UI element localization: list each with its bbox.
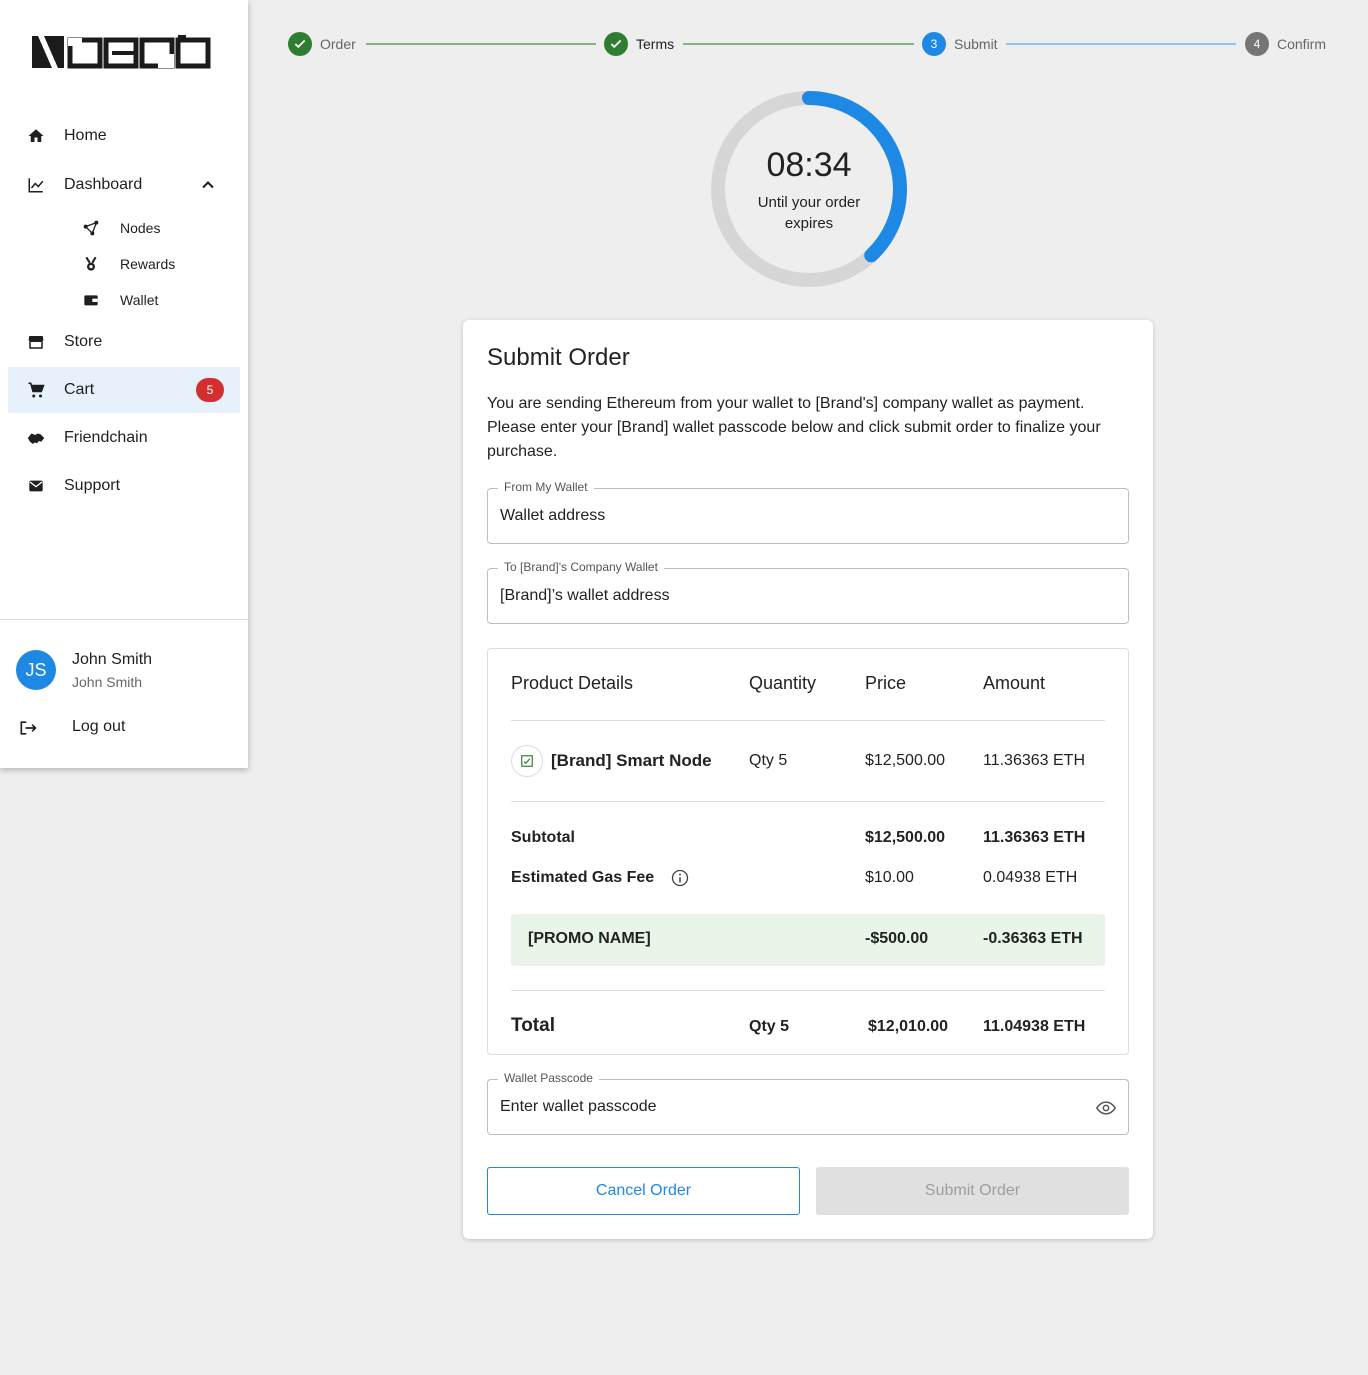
sidebar-subitem-wallet[interactable]: Wallet <box>60 283 240 317</box>
sidebar-subitem-label: Wallet <box>120 292 159 308</box>
countdown-caption: Until your order expires <box>757 194 861 232</box>
wallet-icon <box>82 291 100 309</box>
info-icon[interactable] <box>671 869 689 887</box>
step-number: 3 <box>922 32 946 56</box>
total-price: $12,010.00 <box>868 1018 949 1035</box>
sidebar-item-dashboard[interactable]: Dashboard <box>8 162 240 208</box>
nodes-icon <box>82 219 100 237</box>
logout-button[interactable]: Log out <box>8 706 240 750</box>
countdown-time: 08:34 <box>766 146 852 184</box>
total-qty: Qty 5 <box>749 1018 790 1035</box>
card-description: You are sending Ethereum from your walle… <box>487 395 1101 460</box>
store-icon <box>26 332 46 352</box>
sidebar-item-label: Home <box>64 127 107 144</box>
row-divider <box>511 720 1105 721</box>
step-label: Terms <box>636 36 675 52</box>
sidebar-item-label: Dashboard <box>64 176 143 193</box>
step-confirm: 4 Confirm <box>1245 32 1326 56</box>
passcode-label: Wallet Passcode <box>498 1071 599 1085</box>
gas-fee-label: Estimated Gas Fee <box>511 869 655 886</box>
sidebar: Home Dashboard Nodes Rewards Wallet Stor… <box>0 0 248 768</box>
passcode-placeholder: Enter wallet passcode <box>500 1098 657 1115</box>
from-wallet-value: Wallet address <box>500 507 606 524</box>
step-order: Order <box>288 32 356 56</box>
promo-label: [PROMO NAME] <box>528 930 651 947</box>
row-divider <box>511 801 1105 802</box>
logout-label: Log out <box>72 718 126 735</box>
check-icon <box>604 32 628 56</box>
gas-fee-amount: 0.04938 ETH <box>983 869 1078 886</box>
subtotal-label: Subtotal <box>511 829 575 846</box>
medal-icon <box>82 255 100 273</box>
cart-icon <box>26 380 46 400</box>
wallet-passcode-field[interactable]: Wallet Passcode Enter wallet passcode <box>487 1071 1129 1135</box>
logout-icon <box>20 721 37 735</box>
sidebar-item-label: Store <box>64 333 103 350</box>
chevron-up-icon[interactable] <box>198 175 218 195</box>
to-wallet-label: To [Brand]'s Company Wallet <box>498 560 664 574</box>
header-amount: Amount <box>983 673 1046 693</box>
sidebar-divider <box>0 619 248 620</box>
subtotal-amount: 11.36363 ETH <box>983 829 1086 846</box>
promo-amount: -0.36363 ETH <box>983 930 1083 947</box>
header-quantity: Quantity <box>749 673 817 693</box>
to-wallet-field[interactable]: To [Brand]'s Company Wallet [Brand]’s wa… <box>487 560 1129 624</box>
sidebar-item-cart[interactable]: Cart 5 <box>8 367 240 413</box>
subtotal-price: $12,500.00 <box>865 829 946 846</box>
user-name: John Smith <box>72 651 153 668</box>
check-icon <box>288 32 312 56</box>
promo-row: [PROMO NAME] -$500.00 -0.36363 ETH <box>511 914 1105 966</box>
sidebar-item-store[interactable]: Store <box>8 319 240 365</box>
chart-icon <box>26 175 46 195</box>
countdown-ring <box>711 91 907 287</box>
total-label: Total <box>511 1015 555 1036</box>
step-submit: 3 Submit <box>922 32 998 56</box>
handshake-icon <box>26 428 46 448</box>
sidebar-item-friendchain[interactable]: Friendchain <box>8 415 240 461</box>
to-wallet-value: [Brand]’s wallet address <box>500 587 670 604</box>
step-connector <box>366 43 596 45</box>
sidebar-subitem-rewards[interactable]: Rewards <box>60 247 240 281</box>
product-amount: 11.36363 ETH <box>983 752 1085 769</box>
sidebar-item-label: Support <box>64 477 121 494</box>
avatar[interactable]: JS <box>16 650 56 690</box>
node-product-icon <box>511 745 543 777</box>
user-subtitle: John Smith <box>72 674 143 690</box>
gas-fee-price: $10.00 <box>865 869 914 886</box>
cancel-order-button[interactable]: Cancel Order <box>487 1167 800 1215</box>
mail-icon <box>26 476 46 496</box>
row-divider <box>511 990 1105 991</box>
step-label: Confirm <box>1277 36 1327 52</box>
nero-logo <box>32 35 211 69</box>
from-wallet-field[interactable]: From My Wallet Wallet address <box>487 480 1129 544</box>
step-label: Order <box>320 36 356 52</box>
sidebar-item-support[interactable]: Support <box>8 463 240 509</box>
product-name: [Brand] Smart Node <box>551 751 712 770</box>
order-summary: Product Details Quantity Price Amount [B… <box>487 648 1129 1055</box>
step-terms: Terms <box>604 32 674 56</box>
sidebar-item-home[interactable]: Home <box>8 113 240 159</box>
cart-count-badge: 5 <box>196 378 224 402</box>
product-price: $12,500.00 <box>865 752 946 769</box>
sidebar-item-label: Friendchain <box>64 429 148 446</box>
header-product: Product Details <box>511 673 634 693</box>
submit-order-card: Submit Order You are sending Ethereum fr… <box>463 320 1153 1239</box>
step-number: 4 <box>1245 32 1269 56</box>
header-price: Price <box>865 673 907 693</box>
sidebar-item-label: Cart <box>64 381 95 398</box>
sidebar-subitem-label: Nodes <box>120 220 161 236</box>
step-connector <box>683 43 914 45</box>
product-qty: Qty 5 <box>749 752 788 769</box>
from-wallet-label: From My Wallet <box>498 480 594 494</box>
home-icon <box>26 126 46 146</box>
eye-icon[interactable] <box>1096 1098 1116 1118</box>
submit-order-button[interactable]: Submit Order <box>816 1167 1129 1215</box>
sidebar-subitem-label: Rewards <box>120 256 176 272</box>
card-title: Submit Order <box>487 344 630 371</box>
sidebar-subitem-nodes[interactable]: Nodes <box>60 211 240 245</box>
step-connector <box>1006 43 1236 45</box>
promo-price: -$500.00 <box>865 930 929 947</box>
step-label: Submit <box>954 36 998 52</box>
total-amount: 11.04938 ETH <box>983 1018 1086 1035</box>
